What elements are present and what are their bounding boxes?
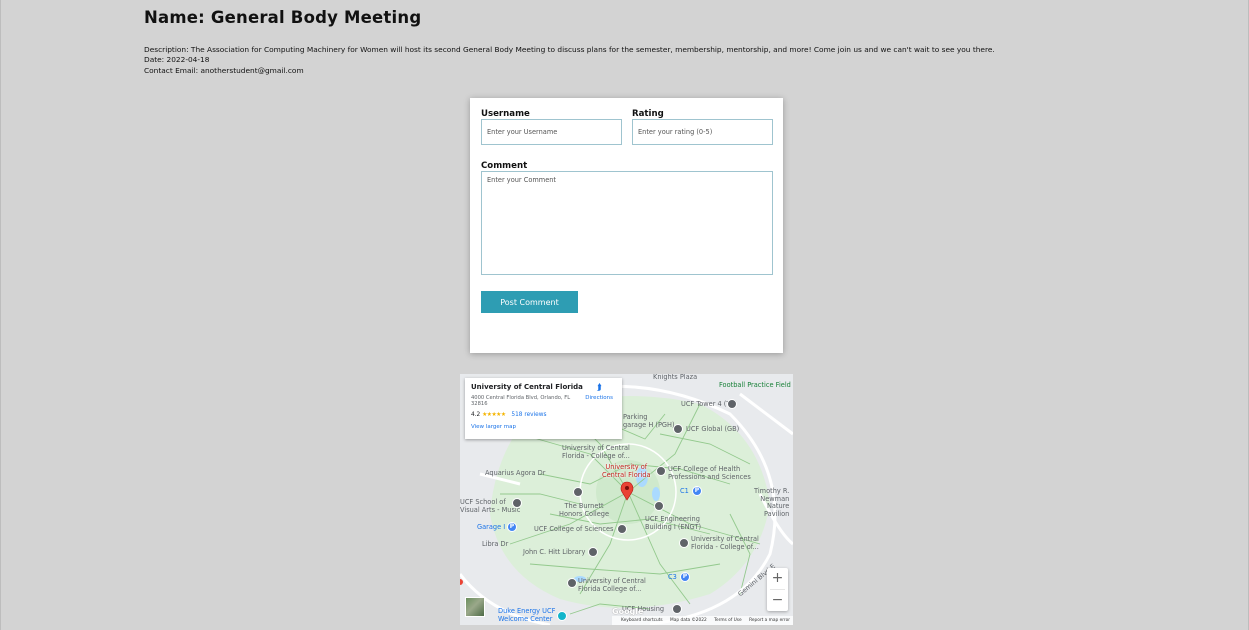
parking-icon: P bbox=[692, 486, 702, 496]
directions-button[interactable]: ⮭ Directions bbox=[585, 383, 613, 401]
comment-form: Username Rating Comment Post Comment bbox=[470, 98, 783, 353]
label-health-professions: UCF College of Health Professions and Sc… bbox=[668, 465, 751, 481]
comment-label: Comment bbox=[481, 161, 528, 171]
building-icon bbox=[673, 424, 683, 434]
map-footer: Keyboard shortcuts Map data ©2022 Terms … bbox=[612, 616, 793, 625]
welcome-center-icon bbox=[557, 611, 567, 621]
parking-icon: P bbox=[507, 522, 517, 532]
label-ucf-college-a: University of Central Florida - College … bbox=[562, 444, 630, 460]
star-icon: ★★★★★ bbox=[482, 411, 506, 418]
report-error-link[interactable]: Report a map error bbox=[749, 618, 790, 623]
label-hitt-library: John C. Hitt Library bbox=[523, 548, 586, 556]
zoom-out-button[interactable]: − bbox=[767, 590, 788, 611]
event-contact: Contact Email: anotherstudent@gmail.com bbox=[144, 65, 304, 75]
username-label: Username bbox=[481, 109, 530, 119]
view-larger-map-link[interactable]: View larger map bbox=[471, 424, 616, 430]
label-parking: Parking garage H (PGH) bbox=[623, 413, 675, 429]
label-college-sciences: UCF College of Sciences bbox=[534, 525, 614, 533]
event-meta: Description: The Association for Computi… bbox=[144, 45, 1144, 76]
building-icon bbox=[656, 466, 666, 476]
zoom-controls: + − bbox=[767, 568, 788, 611]
building-icon bbox=[573, 487, 583, 497]
label-engineering: UCF Engineering Building I (ENGT) bbox=[645, 515, 702, 531]
event-date: Date: 2022-04-18 bbox=[144, 55, 210, 65]
post-comment-button[interactable]: Post Comment bbox=[481, 291, 578, 313]
directions-label: Directions bbox=[585, 395, 613, 401]
label-garage-i: Garage I bbox=[477, 523, 506, 531]
comment-textarea[interactable] bbox=[481, 171, 773, 275]
building-icon bbox=[679, 538, 689, 548]
building-icon bbox=[654, 501, 664, 511]
place-address: 4000 Central Florida Blvd, Orlando, FL 3… bbox=[471, 395, 571, 408]
rating-value: 4.2 bbox=[471, 411, 481, 418]
reviews-link[interactable]: 518 reviews bbox=[511, 412, 546, 418]
map-data-text: Map data ©2022 bbox=[670, 618, 707, 623]
label-duke-energy: Duke Energy UCF Welcome Center bbox=[498, 607, 556, 623]
label-burnett-honors: The Burnett Honors College bbox=[559, 502, 610, 518]
label-timothy-pavilion: Timothy R. Newman Nature Pavilion bbox=[754, 487, 790, 518]
parking-icon: P bbox=[680, 572, 690, 582]
label-ucf-main: University of Central Florida bbox=[602, 463, 651, 479]
keyboard-shortcuts-link[interactable]: Keyboard shortcuts bbox=[621, 618, 663, 623]
event-header: Name: General Body Meeting Description: … bbox=[144, 8, 1144, 76]
building-icon bbox=[727, 399, 737, 409]
username-input[interactable] bbox=[481, 119, 622, 145]
zoom-in-button[interactable]: + bbox=[767, 568, 788, 589]
label-c1: C1 bbox=[680, 487, 689, 495]
label-aquarius-dr: Aquarius Agora Dr bbox=[485, 469, 546, 477]
event-description: Description: The Association for Computi… bbox=[144, 45, 995, 54]
place-rating: 4.2 ★★★★★ 518 reviews bbox=[471, 412, 616, 418]
library-icon bbox=[588, 547, 598, 557]
event-title: Name: General Body Meeting bbox=[144, 8, 422, 27]
rating-label: Rating bbox=[632, 109, 664, 119]
label-ucf-college-b: University of Central Florida - College … bbox=[691, 535, 759, 551]
directions-icon: ⮭ bbox=[596, 383, 602, 393]
building-icon bbox=[512, 498, 522, 508]
label-libra-dr: Libra Dr bbox=[482, 540, 509, 548]
label-knights-plaza: Knights Plaza bbox=[653, 374, 698, 381]
google-logo: Google bbox=[612, 607, 644, 616]
embedded-map[interactable]: Knights Plaza Football Practice Field UC… bbox=[460, 374, 793, 625]
label-c3: C3 bbox=[668, 573, 677, 581]
building-icon bbox=[617, 524, 627, 534]
satellite-toggle-button[interactable] bbox=[465, 597, 485, 617]
place-info-card: University of Central Florida 4000 Centr… bbox=[465, 378, 622, 439]
label-football-field: Football Practice Field bbox=[719, 381, 791, 389]
label-ucf-college-c: University of Central Florida College of… bbox=[578, 577, 646, 593]
terms-link[interactable]: Terms of Use bbox=[714, 618, 742, 623]
building-icon bbox=[672, 604, 682, 614]
building-icon bbox=[567, 578, 577, 588]
rating-input[interactable] bbox=[632, 119, 773, 145]
label-ucf-global: UCF Global (GB) bbox=[686, 425, 740, 433]
